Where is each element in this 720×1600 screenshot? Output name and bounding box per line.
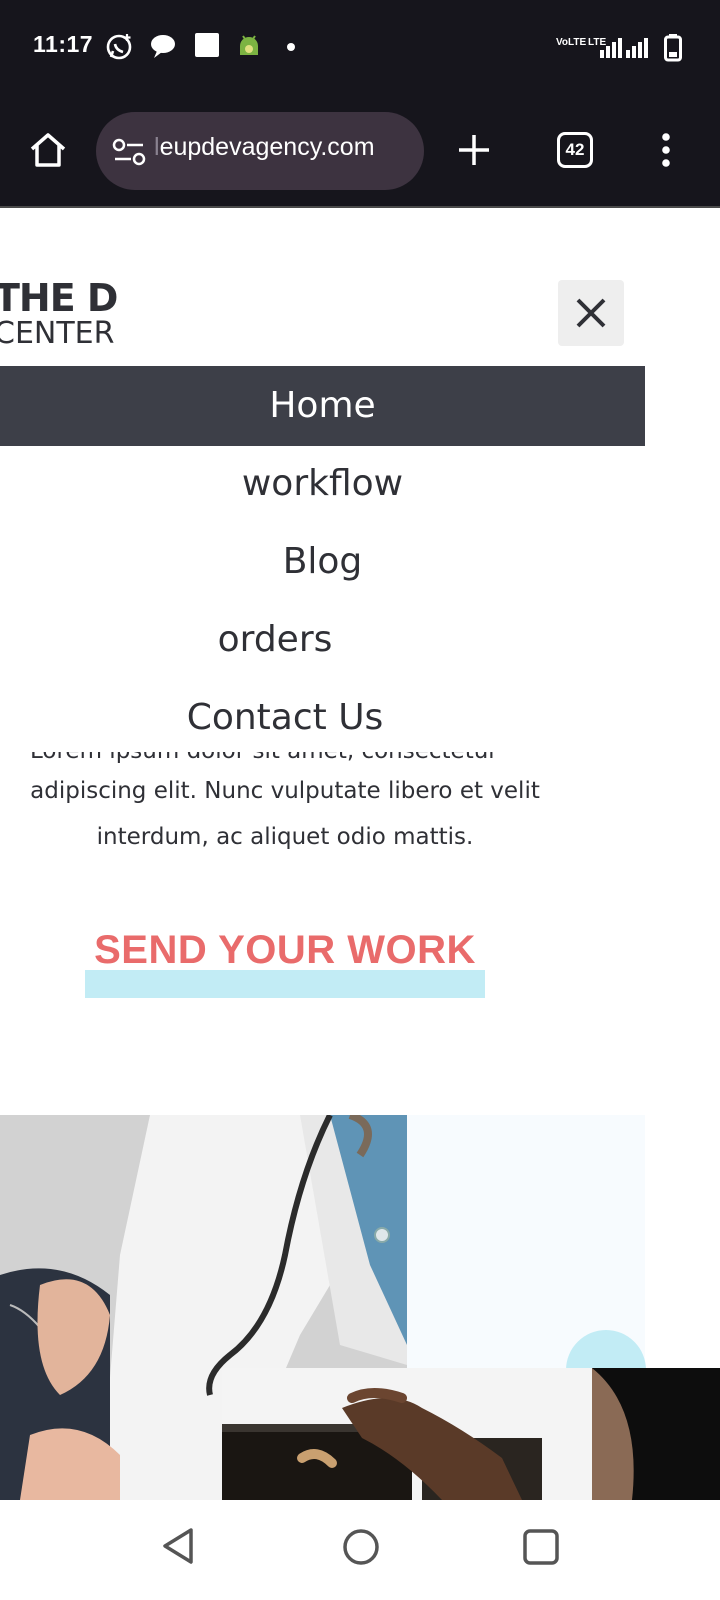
close-menu-button[interactable] xyxy=(558,280,624,346)
hands-photo xyxy=(222,1368,720,1500)
recents-icon[interactable] xyxy=(522,1528,560,1566)
address-bar[interactable]: leupdevagency.com xyxy=(96,112,424,190)
nav-item-home[interactable]: Home xyxy=(0,366,645,446)
volte-label: VoLTE xyxy=(556,37,587,48)
status-bar: 11:17 VoLTE LTE xyxy=(0,0,720,96)
intro-text-line: adipiscing elit. Nunc vulputate libero e… xyxy=(30,778,540,804)
intro-text-line: interdum, ac aliquet odio mattis. xyxy=(96,824,474,850)
url-text-visible: eupdevagency.com xyxy=(159,133,375,161)
cta-highlight xyxy=(85,970,485,998)
site-logo-line2[interactable]: CENTER xyxy=(0,316,114,351)
nav-item-contact-us[interactable]: Contact Us xyxy=(0,678,570,758)
intro-text-partial: Lorem ipsum dolor sit amet, consectetur xyxy=(0,752,570,776)
battery-icon xyxy=(664,34,682,62)
whatsapp-icon xyxy=(106,34,132,60)
home-circle-icon[interactable] xyxy=(342,1528,380,1566)
nav-item-workflow[interactable]: workflow xyxy=(0,444,645,524)
web-content: THE D CENTER Home workflow Blog orders C… xyxy=(0,210,720,1500)
nav-item-blog[interactable]: Blog xyxy=(0,522,645,602)
plus-icon[interactable] xyxy=(456,132,492,168)
tabs-icon[interactable]: 42 xyxy=(557,132,593,168)
close-icon xyxy=(576,298,606,328)
status-time: 11:17 xyxy=(33,31,94,57)
nav-item-orders[interactable]: orders xyxy=(0,600,550,680)
more-vert-icon[interactable] xyxy=(660,132,672,168)
intro-text-cut-line: Lorem ipsum dolor sit amet, consectetur xyxy=(30,752,498,764)
square-notification-icon xyxy=(195,33,219,57)
send-your-work-link[interactable]: SEND YOUR WORK xyxy=(85,928,485,973)
dot-icon xyxy=(287,43,295,51)
signal-icon xyxy=(600,38,648,58)
back-icon[interactable] xyxy=(160,1526,196,1566)
chat-bubble-icon xyxy=(151,35,175,58)
home-icon[interactable] xyxy=(28,130,68,170)
browser-toolbar: leupdevagency.com 42 xyxy=(0,96,720,208)
site-info-icon[interactable] xyxy=(112,138,146,166)
hands-illustration xyxy=(222,1368,720,1500)
android-debug-icon xyxy=(240,35,258,55)
system-nav-bar xyxy=(0,1500,720,1600)
site-logo-line1[interactable]: THE D xyxy=(0,276,118,320)
url-text[interactable]: leupdevagency.com xyxy=(154,133,375,162)
